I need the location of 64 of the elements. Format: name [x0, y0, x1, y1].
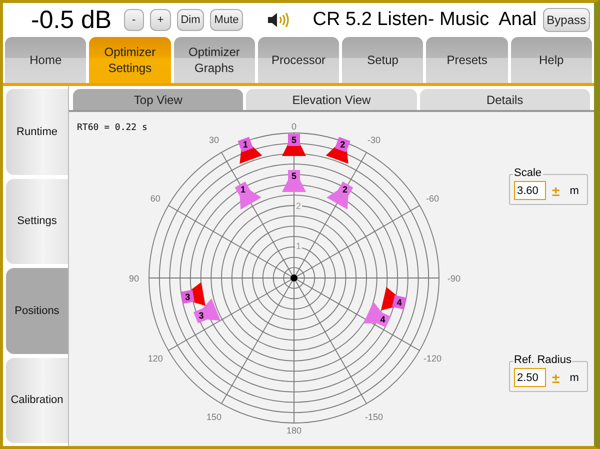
angle-label: 60 [150, 194, 160, 204]
tab[interactable]: Home [5, 37, 86, 83]
number-field[interactable]: 2.50 [514, 368, 546, 387]
speaker-number: 4 [380, 314, 386, 324]
view-tab[interactable]: Details [420, 89, 590, 110]
view-tab[interactable]: Elevation View [246, 89, 417, 110]
angle-label: 30 [209, 134, 219, 145]
speaker-number: 4 [396, 297, 402, 308]
speaker-number: 1 [240, 184, 246, 195]
number-field[interactable]: 3.60 [514, 181, 546, 200]
angle-label: 0 [292, 122, 296, 132]
angle-label: -30 [368, 134, 380, 145]
speaker-marker[interactable] [238, 136, 262, 164]
speaker-marker[interactable] [363, 302, 391, 328]
speaker-marker[interactable] [326, 136, 350, 164]
group-label: Ref. Radius [513, 354, 572, 366]
unit-label: m [570, 372, 579, 384]
angle-label: -150 [365, 412, 383, 422]
view-tab[interactable]: Top View [73, 89, 244, 110]
tab[interactable]: Processor [258, 37, 340, 83]
angle-label: 180 [286, 426, 302, 436]
speaker-number: 3 [198, 310, 204, 320]
distance-label: 1 [296, 241, 301, 251]
tab[interactable]: Setup [342, 37, 424, 83]
speaker-marker[interactable] [380, 286, 406, 310]
speaker-marker[interactable] [282, 134, 306, 156]
speaker-marker[interactable] [234, 182, 262, 210]
angle-label: -60 [426, 194, 440, 204]
angle-label: -90 [448, 274, 460, 284]
sidebar-item[interactable]: Settings [6, 178, 68, 264]
tab[interactable]: Optimizer Settings [89, 37, 171, 83]
unit-label: m [570, 184, 579, 196]
toolbar-button[interactable]: - [124, 9, 144, 31]
sidebar-item[interactable]: Calibration [6, 358, 68, 443]
bypass-button[interactable]: Bypass [542, 8, 590, 32]
speaker-number: 5 [292, 135, 296, 145]
speaker-number: 2 [340, 140, 346, 150]
sidebar-item[interactable]: Runtime [6, 89, 68, 174]
speaker-number: 5 [292, 171, 296, 181]
sidebar-item[interactable]: Positions [6, 268, 68, 354]
speaker-icon[interactable] [266, 12, 289, 28]
preset-title: CR 5.2 Listen- Music Anal [312, 9, 537, 31]
speaker-marker[interactable] [326, 182, 354, 210]
toolbar-button[interactable]: + [150, 9, 171, 31]
speaker-number: 1 [242, 140, 248, 150]
speaker-number: 3 [185, 292, 190, 302]
center-dot [290, 274, 298, 282]
angle-label: 120 [148, 354, 163, 364]
speaker-number: 2 [342, 184, 348, 195]
speaker-marker[interactable] [180, 282, 206, 306]
angle-label: -120 [424, 354, 442, 364]
toolbar-button[interactable]: Mute [210, 9, 243, 31]
speaker-marker[interactable] [193, 298, 221, 324]
tab[interactable]: Optimizer Graphs [174, 37, 255, 83]
volume-readout: -0.5 dB [31, 6, 112, 34]
distance-label: 2 [296, 201, 301, 211]
tab[interactable]: Presets [426, 37, 508, 83]
angle-label: 90 [129, 274, 139, 284]
angle-label: 150 [206, 412, 222, 422]
tab[interactable]: Help [510, 37, 592, 83]
group-label: Scale [513, 167, 543, 179]
speaker-marker[interactable] [282, 170, 306, 192]
rt60-readout: RT60 = 0.22 s [77, 123, 148, 133]
toolbar-button[interactable]: Dim [176, 9, 204, 31]
